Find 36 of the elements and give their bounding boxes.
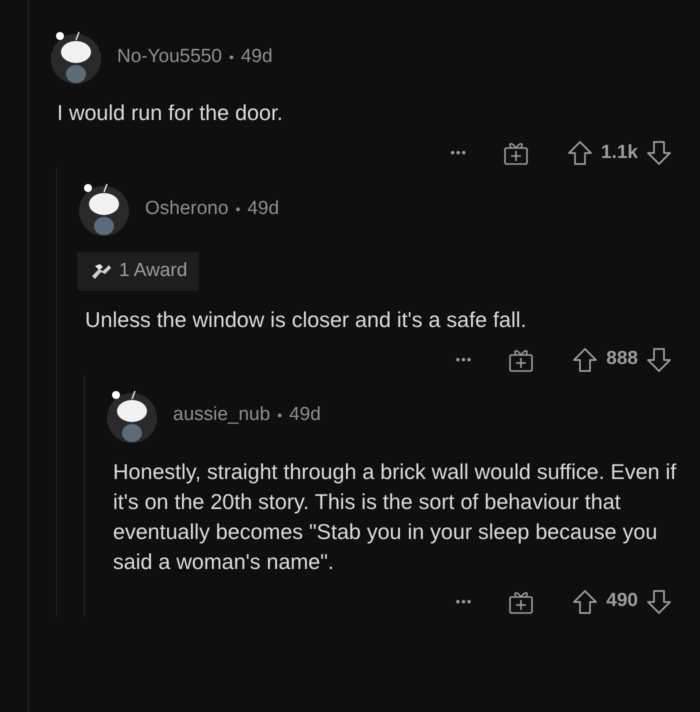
downvote-arrow-icon	[646, 140, 672, 166]
upvote-button[interactable]	[572, 346, 598, 372]
timestamp: 49d	[289, 403, 321, 428]
downvote-arrow-icon	[646, 346, 672, 372]
upvote-arrow-icon	[572, 588, 598, 614]
downvote-arrow-icon	[646, 588, 672, 614]
avatar	[77, 182, 131, 236]
more-options-button[interactable]: •••	[456, 592, 472, 612]
separator-dot: •	[235, 200, 240, 218]
downvote-button[interactable]	[646, 346, 672, 372]
username[interactable]: aussie_nub	[173, 401, 270, 430]
upvote-button[interactable]	[567, 140, 594, 166]
downvote-button[interactable]	[646, 140, 672, 166]
username[interactable]: Osherono	[145, 194, 228, 224]
more-options-button[interactable]: •••	[456, 350, 472, 370]
avatar	[105, 388, 159, 442]
gift-icon	[503, 140, 530, 166]
vote-count: 1.1k	[601, 140, 638, 165]
vote-count: 490	[606, 589, 638, 614]
timestamp: 49d	[247, 196, 280, 221]
separator-dot: •	[277, 406, 282, 425]
upvote-arrow-icon	[572, 346, 598, 372]
timestamp: 49d	[240, 44, 273, 69]
gift-button[interactable]	[503, 140, 530, 166]
upvote-arrow-icon	[567, 140, 594, 166]
downvote-button[interactable]	[646, 588, 672, 614]
comment-text: Honestly, straight through a brick wall would suffice. Even if it's on the 20th story. This is the sort of behaviour that eventually becomes "Stab you in your sleep because you said a woman's name".	[113, 458, 678, 576]
separator-dot: •	[228, 48, 234, 66]
comment-text: Unless the window is closer and it's a safe fall.	[85, 306, 528, 334]
award-badge: 1 Award	[77, 252, 200, 290]
more-options-button[interactable]: •••	[450, 143, 468, 163]
upvote-button[interactable]	[572, 588, 598, 614]
username[interactable]: No-You5550	[117, 42, 222, 72]
vote-count: 888	[606, 347, 638, 372]
avatar	[49, 30, 103, 84]
comment-text: I would run for the door.	[57, 100, 284, 127]
